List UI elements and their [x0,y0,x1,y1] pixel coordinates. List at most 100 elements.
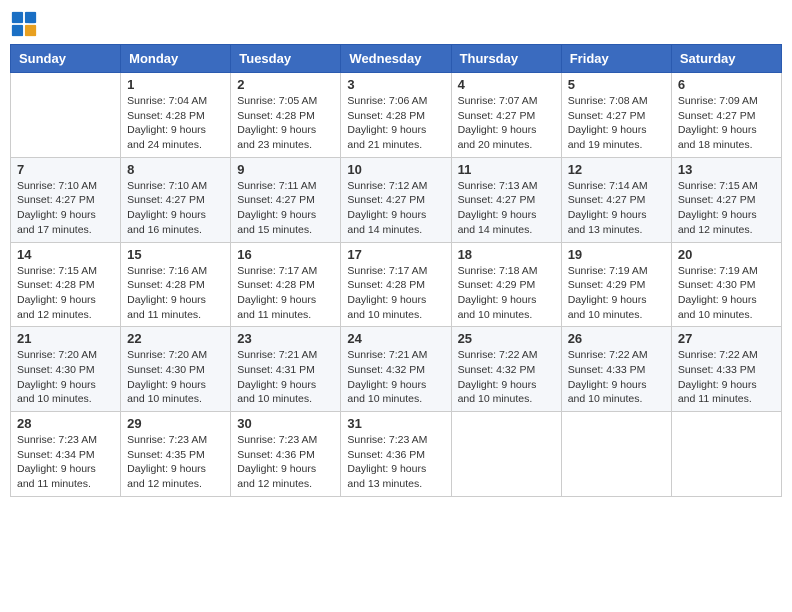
weekday-header-monday: Monday [121,45,231,73]
day-number: 6 [678,77,775,92]
page-header [10,10,782,38]
calendar-cell: 2Sunrise: 7:05 AM Sunset: 4:28 PM Daylig… [231,73,341,158]
calendar-cell: 26 Sunrise: 7:22 AM Sunset: 4:33 PM Dayli… [561,327,671,412]
day-info: Sunrise: 7:23 AM Sunset: 4:35 PM Dayligh… [127,433,224,492]
day-number: 28 [17,416,114,431]
day-info: Sunrise: 7:23 AM Sunset: 4:36 PM Dayligh… [347,433,444,492]
day-info: Sunrise: 7:22 AM Sunset: 4:33 PM Dayligh… [568,348,665,407]
calendar-cell: 25 Sunrise: 7:22 AM Sunset: 4:32 PM Dayli… [451,327,561,412]
day-number: 25 [458,331,555,346]
day-number: 11 [458,162,555,177]
calendar-cell: 5 Sunrise: 7:08 AM Sunset: 4:27 PM Daylig… [561,73,671,158]
day-info: Sunrise: 7:05 AM Sunset: 4:28 PM Dayligh… [237,94,334,153]
calendar-cell: 21 Sunrise: 7:20 AM Sunset: 4:30 PM Dayli… [11,327,121,412]
calendar-cell: 6 Sunrise: 7:09 AM Sunset: 4:27 PM Daylig… [671,73,781,158]
calendar-cell: 16Sunrise: 7:17 AM Sunset: 4:28 PM Dayli… [231,242,341,327]
day-info: Sunrise: 7:10 AM Sunset: 4:27 PM Dayligh… [17,179,114,238]
weekday-header-sunday: Sunday [11,45,121,73]
day-number: 14 [17,247,114,262]
calendar-cell: 24 Sunrise: 7:21 AM Sunset: 4:32 PM Dayli… [341,327,451,412]
calendar-cell: 13Sunrise: 7:15 AM Sunset: 4:27 PM Dayli… [671,157,781,242]
calendar-table: SundayMondayTuesdayWednesdayThursdayFrid… [10,44,782,497]
day-info: Sunrise: 7:08 AM Sunset: 4:27 PM Dayligh… [568,94,665,153]
day-number: 23 [237,331,334,346]
day-info: Sunrise: 7:22 AM Sunset: 4:32 PM Dayligh… [458,348,555,407]
calendar-cell: 19 Sunrise: 7:19 AM Sunset: 4:29 PM Dayli… [561,242,671,327]
day-info: Sunrise: 7:23 AM Sunset: 4:36 PM Dayligh… [237,433,334,492]
day-info: Sunrise: 7:10 AM Sunset: 4:27 PM Dayligh… [127,179,224,238]
day-number: 31 [347,416,444,431]
calendar-cell: 28Sunrise: 7:23 AM Sunset: 4:34 PM Dayli… [11,412,121,497]
calendar-cell: 30 Sunrise: 7:23 AM Sunset: 4:36 PM Dayli… [231,412,341,497]
day-info: Sunrise: 7:12 AM Sunset: 4:27 PM Dayligh… [347,179,444,238]
day-number: 5 [568,77,665,92]
day-number: 8 [127,162,224,177]
calendar-cell: 11 Sunrise: 7:13 AM Sunset: 4:27 PM Dayli… [451,157,561,242]
day-info: Sunrise: 7:11 AM Sunset: 4:27 PM Dayligh… [237,179,334,238]
calendar-cell: 4Sunrise: 7:07 AM Sunset: 4:27 PM Daylig… [451,73,561,158]
day-number: 29 [127,416,224,431]
day-number: 10 [347,162,444,177]
calendar-cell: 18 Sunrise: 7:18 AM Sunset: 4:29 PM Dayli… [451,242,561,327]
day-number: 26 [568,331,665,346]
day-info: Sunrise: 7:19 AM Sunset: 4:29 PM Dayligh… [568,264,665,323]
weekday-header-friday: Friday [561,45,671,73]
day-number: 20 [678,247,775,262]
calendar-cell: 9 Sunrise: 7:11 AM Sunset: 4:27 PM Daylig… [231,157,341,242]
day-number: 15 [127,247,224,262]
day-number: 12 [568,162,665,177]
day-number: 21 [17,331,114,346]
day-number: 16 [237,247,334,262]
day-info: Sunrise: 7:18 AM Sunset: 4:29 PM Dayligh… [458,264,555,323]
calendar-cell: 7 Sunrise: 7:10 AM Sunset: 4:27 PM Daylig… [11,157,121,242]
day-info: Sunrise: 7:13 AM Sunset: 4:27 PM Dayligh… [458,179,555,238]
day-number: 18 [458,247,555,262]
calendar-cell: 17 Sunrise: 7:17 AM Sunset: 4:28 PM Dayli… [341,242,451,327]
day-info: Sunrise: 7:17 AM Sunset: 4:28 PM Dayligh… [347,264,444,323]
calendar-cell [671,412,781,497]
day-info: Sunrise: 7:14 AM Sunset: 4:27 PM Dayligh… [568,179,665,238]
calendar-cell: 3 Sunrise: 7:06 AM Sunset: 4:28 PM Daylig… [341,73,451,158]
week-row: 1Sunrise: 7:04 AM Sunset: 4:28 PM Daylig… [11,73,782,158]
day-number: 27 [678,331,775,346]
calendar-cell [451,412,561,497]
day-number: 24 [347,331,444,346]
day-number: 22 [127,331,224,346]
week-row: 28Sunrise: 7:23 AM Sunset: 4:34 PM Dayli… [11,412,782,497]
day-info: Sunrise: 7:20 AM Sunset: 4:30 PM Dayligh… [127,348,224,407]
weekday-header-saturday: Saturday [671,45,781,73]
day-info: Sunrise: 7:21 AM Sunset: 4:31 PM Dayligh… [237,348,334,407]
calendar-cell: 8 Sunrise: 7:10 AM Sunset: 4:27 PM Daylig… [121,157,231,242]
calendar-cell [561,412,671,497]
day-info: Sunrise: 7:21 AM Sunset: 4:32 PM Dayligh… [347,348,444,407]
day-info: Sunrise: 7:15 AM Sunset: 4:28 PM Dayligh… [17,264,114,323]
day-number: 30 [237,416,334,431]
day-info: Sunrise: 7:22 AM Sunset: 4:33 PM Dayligh… [678,348,775,407]
day-info: Sunrise: 7:20 AM Sunset: 4:30 PM Dayligh… [17,348,114,407]
calendar-cell: 27 Sunrise: 7:22 AM Sunset: 4:33 PM Dayli… [671,327,781,412]
day-info: Sunrise: 7:15 AM Sunset: 4:27 PM Dayligh… [678,179,775,238]
logo [10,10,42,38]
calendar-cell: 14 Sunrise: 7:15 AM Sunset: 4:28 PM Dayli… [11,242,121,327]
day-info: Sunrise: 7:09 AM Sunset: 4:27 PM Dayligh… [678,94,775,153]
day-number: 3 [347,77,444,92]
calendar-cell: 15 Sunrise: 7:16 AM Sunset: 4:28 PM Dayli… [121,242,231,327]
day-number: 1 [127,77,224,92]
calendar-cell: 10 Sunrise: 7:12 AM Sunset: 4:27 PM Dayli… [341,157,451,242]
day-number: 7 [17,162,114,177]
calendar-cell: 22 Sunrise: 7:20 AM Sunset: 4:30 PM Dayli… [121,327,231,412]
weekday-header-thursday: Thursday [451,45,561,73]
week-row: 21 Sunrise: 7:20 AM Sunset: 4:30 PM Dayli… [11,327,782,412]
day-number: 4 [458,77,555,92]
calendar-cell: 20 Sunrise: 7:19 AM Sunset: 4:30 PM Dayli… [671,242,781,327]
day-number: 19 [568,247,665,262]
day-number: 9 [237,162,334,177]
calendar-cell: 12 Sunrise: 7:14 AM Sunset: 4:27 PM Dayli… [561,157,671,242]
calendar-cell: 31 Sunrise: 7:23 AM Sunset: 4:36 PM Dayli… [341,412,451,497]
day-info: Sunrise: 7:06 AM Sunset: 4:28 PM Dayligh… [347,94,444,153]
day-number: 17 [347,247,444,262]
weekday-header-wednesday: Wednesday [341,45,451,73]
day-info: Sunrise: 7:16 AM Sunset: 4:28 PM Dayligh… [127,264,224,323]
day-info: Sunrise: 7:19 AM Sunset: 4:30 PM Dayligh… [678,264,775,323]
weekday-header-tuesday: Tuesday [231,45,341,73]
